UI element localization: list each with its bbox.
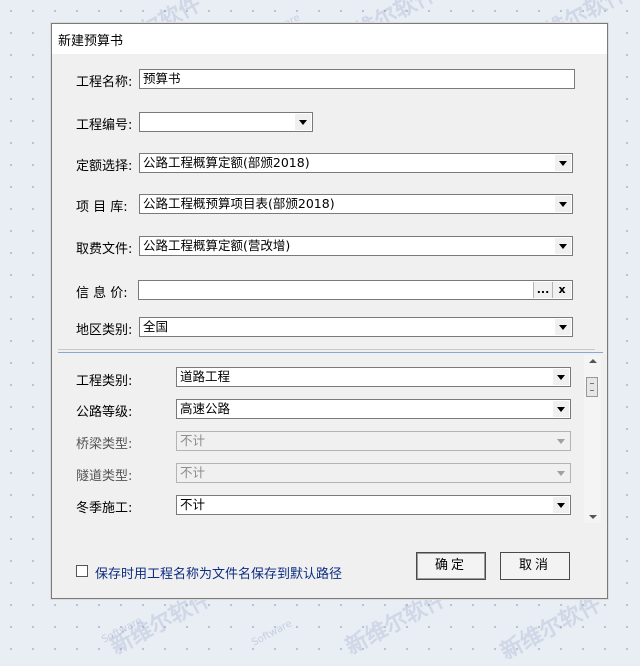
scrollbar-thumb[interactable]	[586, 377, 598, 397]
param-select-tunnel-type: 不计	[176, 463, 571, 483]
chevron-down-icon[interactable]	[553, 369, 569, 385]
region-value: 全国	[143, 319, 169, 334]
project-name-value: 预算书	[143, 71, 181, 86]
save-default-checkbox[interactable]	[76, 565, 88, 577]
param-label: 冬季施工:	[76, 501, 133, 516]
info-price-label: 信 息 价:	[76, 286, 128, 301]
item-library-value: 公路工程概预算项目表(部颁2018)	[143, 196, 335, 211]
region-select[interactable]: 全国	[139, 317, 573, 337]
param-label: 公路等级:	[76, 405, 133, 420]
param-value: 不计	[180, 433, 206, 448]
fee-file-label: 取费文件:	[76, 242, 133, 257]
item-library-label: 项 目 库:	[76, 200, 128, 215]
param-label: 隧道类型:	[76, 469, 133, 484]
param-select-winter-construction[interactable]: 不计	[176, 495, 571, 515]
chevron-down-icon[interactable]	[553, 401, 569, 417]
divider	[58, 349, 595, 350]
fee-file-value: 公路工程概算定额(营改增)	[143, 238, 291, 253]
param-select-bridge-type: 不计	[176, 431, 571, 451]
watermark: Software	[249, 618, 295, 649]
quota-value: 公路工程概算定额(部颁2018)	[143, 155, 310, 170]
chevron-down-icon[interactable]	[553, 497, 569, 513]
chevron-down-icon	[553, 465, 569, 481]
dialog-title: 新建预算书	[58, 34, 124, 49]
chevron-down-icon	[553, 433, 569, 449]
browse-button[interactable]: ...	[533, 282, 552, 298]
project-number-label: 工程编号:	[76, 118, 133, 133]
scroll-up-icon[interactable]	[589, 359, 597, 363]
chevron-down-icon[interactable]	[295, 114, 311, 130]
scroll-down-icon[interactable]	[589, 515, 597, 519]
title-bar[interactable]: 新建预算书	[52, 24, 607, 54]
quota-label: 定额选择:	[76, 159, 133, 174]
param-value: 不计	[180, 497, 206, 512]
project-name-input[interactable]: 预算书	[139, 69, 575, 89]
cancel-button[interactable]: 取消	[500, 552, 570, 580]
params-scrollbar[interactable]	[584, 355, 601, 523]
chevron-down-icon[interactable]	[555, 196, 571, 212]
chevron-down-icon[interactable]	[555, 238, 571, 254]
param-label: 工程类别:	[76, 374, 133, 389]
save-default-label[interactable]: 保存时用工程名称为文件名保存到默认路径	[95, 563, 342, 582]
param-select-project-type[interactable]: 道路工程	[176, 367, 571, 387]
item-library-select[interactable]: 公路工程概预算项目表(部颁2018)	[139, 194, 573, 214]
chevron-down-icon[interactable]	[555, 155, 571, 171]
project-number-select[interactable]	[139, 112, 313, 132]
project-name-label: 工程名称:	[76, 75, 133, 90]
new-budget-dialog: 新建预算书 工程名称: 预算书 工程编号: 定额选择: 公路工程概算定额(部颁2…	[51, 23, 608, 599]
chevron-down-icon[interactable]	[555, 319, 571, 335]
ok-button[interactable]: 确定	[416, 552, 486, 580]
clear-icon[interactable]: x	[552, 282, 571, 298]
param-value: 高速公路	[180, 401, 231, 416]
quota-select[interactable]: 公路工程概算定额(部颁2018)	[139, 153, 573, 173]
region-label: 地区类别:	[76, 323, 133, 338]
info-price-input[interactable]: ... x	[138, 280, 573, 300]
param-select-road-grade[interactable]: 高速公路	[176, 399, 571, 419]
param-label: 桥梁类型:	[76, 437, 133, 452]
fee-file-select[interactable]: 公路工程概算定额(营改增)	[139, 236, 573, 256]
param-value: 道路工程	[180, 369, 231, 384]
watermark: Software	[99, 615, 145, 646]
param-value: 不计	[180, 465, 206, 480]
